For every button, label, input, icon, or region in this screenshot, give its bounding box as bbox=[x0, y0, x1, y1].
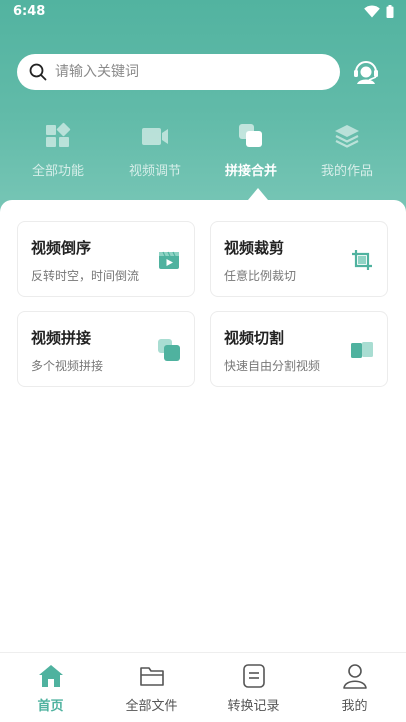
nav-label: 全部文件 bbox=[125, 699, 178, 714]
nav-item-home[interactable]: 首页 bbox=[0, 653, 101, 722]
category-label: 视频调节 bbox=[128, 164, 181, 179]
grid-icon bbox=[46, 122, 71, 147]
nav-item-all-files[interactable]: 全部文件 bbox=[101, 653, 202, 722]
document-icon bbox=[242, 664, 265, 688]
user-icon bbox=[342, 664, 367, 689]
crop-icon bbox=[352, 250, 372, 270]
status-time: 6:48 bbox=[13, 4, 46, 19]
video-reverse-icon bbox=[159, 251, 179, 269]
folder-icon bbox=[139, 667, 164, 686]
active-tab-pointer bbox=[248, 188, 268, 200]
category-label: 全部功能 bbox=[31, 164, 84, 179]
merge-icon bbox=[239, 124, 262, 147]
layers-icon bbox=[335, 125, 359, 148]
category-label: 我的作品 bbox=[320, 164, 373, 179]
nav-label: 转换记录 bbox=[227, 699, 280, 714]
tool-title: 视频倒序 bbox=[31, 239, 92, 257]
tool-title: 视频切割 bbox=[224, 329, 285, 347]
tool-title: 视频拼接 bbox=[31, 329, 92, 347]
video-camera-icon bbox=[142, 128, 168, 145]
category-tab-merge[interactable]: 拼接合并 bbox=[201, 118, 301, 179]
category-label: 拼接合并 bbox=[224, 164, 277, 179]
tool-card-video-reverse[interactable]: 视频倒序 反转时空，时间倒流 bbox=[17, 221, 195, 297]
tool-title: 视频裁剪 bbox=[224, 239, 285, 257]
nav-item-profile[interactable]: 我的 bbox=[304, 653, 405, 722]
category-tab-my-works[interactable]: 我的作品 bbox=[297, 118, 397, 179]
tool-desc: 反转时空，时间倒流 bbox=[31, 269, 140, 283]
bottom-nav: 首页 全部文件 转换记录 我的 bbox=[0, 652, 406, 722]
search-input[interactable] bbox=[55, 54, 325, 90]
tool-card-video-merge[interactable]: 视频拼接 多个视频拼接 bbox=[17, 311, 195, 387]
tool-desc: 任意比例裁切 bbox=[224, 269, 297, 283]
search-bar[interactable] bbox=[17, 54, 340, 90]
nav-label: 首页 bbox=[37, 699, 64, 714]
search-icon bbox=[29, 63, 47, 81]
home-icon bbox=[38, 665, 63, 687]
wifi-icon bbox=[364, 5, 380, 18]
tool-desc: 多个视频拼接 bbox=[31, 359, 104, 373]
category-tab-video-adjust[interactable]: 视频调节 bbox=[105, 118, 205, 179]
battery-icon bbox=[386, 5, 394, 18]
category-nav: 全部功能 视频调节 拼接合并 我的作品 bbox=[0, 118, 406, 188]
video-split-icon bbox=[351, 342, 373, 358]
nav-item-conversion-history[interactable]: 转换记录 bbox=[203, 653, 304, 722]
video-merge-icon bbox=[158, 339, 180, 361]
status-bar: 6:48 bbox=[0, 0, 406, 24]
tool-card-video-crop[interactable]: 视频裁剪 任意比例裁切 bbox=[210, 221, 388, 297]
category-tab-all[interactable]: 全部功能 bbox=[8, 118, 108, 179]
tool-card-video-split[interactable]: 视频切割 快速自由分割视频 bbox=[210, 311, 388, 387]
tool-desc: 快速自由分割视频 bbox=[224, 359, 321, 373]
customer-service-icon[interactable] bbox=[350, 56, 382, 88]
nav-label: 我的 bbox=[341, 699, 368, 714]
status-icons bbox=[364, 5, 394, 18]
